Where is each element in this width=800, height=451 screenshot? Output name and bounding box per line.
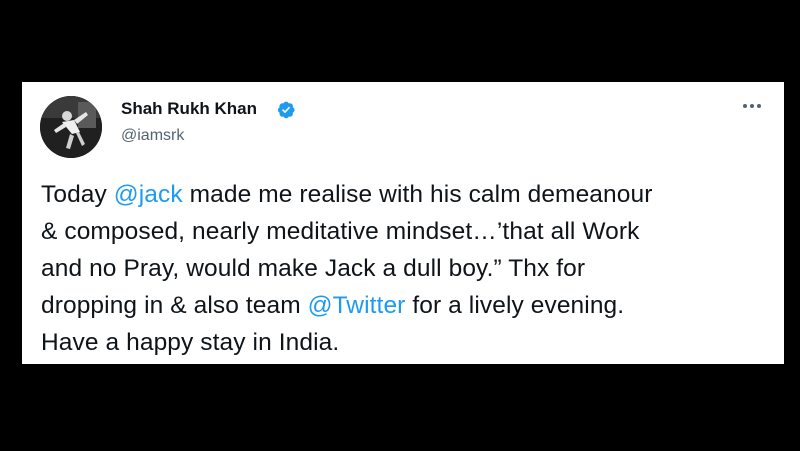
- tweet-text-segment: and no Pray, would make Jack a dull boy.…: [41, 255, 586, 282]
- tweet-text-segment: & composed, nearly meditative mindset…’t…: [41, 218, 640, 245]
- tweet-line: Today @jack made me realise with his cal…: [41, 176, 776, 213]
- more-dot: [750, 104, 754, 108]
- tweet-text-segment: dropping in & also team: [41, 292, 308, 319]
- verified-badge-icon: [277, 101, 295, 119]
- tweet-text: Today @jack made me realise with his cal…: [41, 176, 776, 361]
- tweet-line: & composed, nearly meditative mindset…’t…: [41, 213, 776, 250]
- author-display-name[interactable]: Shah Rukh Khan: [121, 99, 257, 119]
- tweet-card[interactable]: Shah Rukh Khan @iamsrk Today @jack made …: [22, 82, 784, 364]
- avatar[interactable]: [40, 96, 102, 158]
- tweet-line: dropping in & also team @Twitter for a l…: [41, 287, 776, 324]
- more-dot: [743, 104, 747, 108]
- tweet-text-segment: for a lively evening.: [405, 292, 625, 319]
- author-handle[interactable]: @iamsrk: [121, 127, 184, 145]
- mention-twitter-link[interactable]: @Twitter: [308, 292, 406, 319]
- tweet-line: and no Pray, would make Jack a dull boy.…: [41, 250, 776, 287]
- mention-jack-link[interactable]: @jack: [114, 181, 183, 208]
- tweet-text-segment: made me realise with his calm demeanour: [182, 181, 653, 208]
- tweet-line: Have a happy stay in India.: [41, 324, 776, 361]
- more-options-icon[interactable]: [738, 96, 766, 116]
- tweet-text-segment: Have a happy stay in India.: [41, 329, 340, 356]
- more-dot: [757, 104, 761, 108]
- tweet-text-segment: Today: [41, 181, 114, 208]
